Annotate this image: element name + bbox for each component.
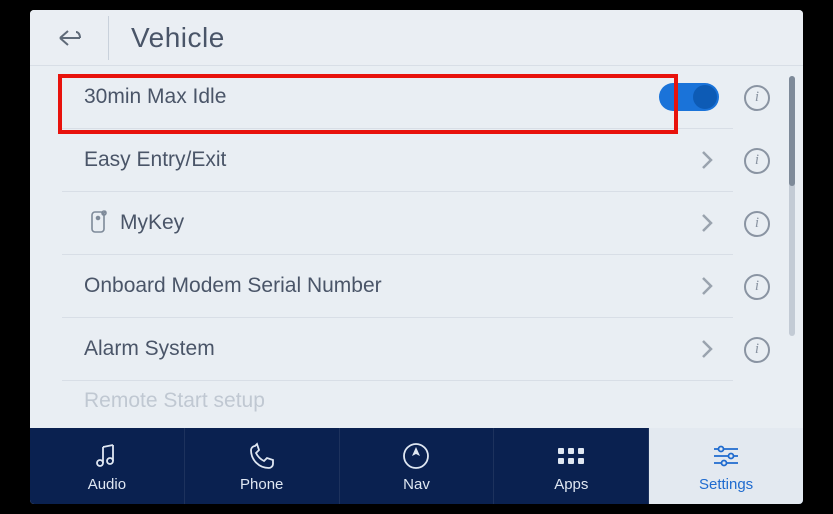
nav-label: Nav: [403, 476, 430, 493]
row-label: Alarm System: [84, 337, 695, 361]
info-icon-mykey[interactable]: i: [744, 211, 770, 237]
nav-apps[interactable]: Apps: [494, 428, 649, 504]
row-label: Remote Start setup: [84, 389, 719, 413]
nav-nav[interactable]: Nav: [340, 428, 495, 504]
apps-icon: [558, 440, 584, 472]
row-max-idle[interactable]: 30min Max Idle: [62, 66, 733, 129]
page-title: Vehicle: [108, 16, 225, 60]
info-icon-easy-entry[interactable]: i: [744, 148, 770, 174]
nav-label: Audio: [88, 476, 126, 493]
nav-label: Apps: [554, 476, 588, 493]
chevron-right-icon: [695, 213, 719, 233]
info-icon-modem[interactable]: i: [744, 274, 770, 300]
phone-icon: [247, 440, 277, 472]
nav-settings[interactable]: Settings: [649, 428, 803, 504]
nav-label: Phone: [240, 476, 283, 493]
chevron-right-icon: [695, 276, 719, 296]
nav-label: Settings: [699, 476, 753, 493]
nav-audio[interactable]: Audio: [30, 428, 185, 504]
bottom-nav: Audio Phone Nav Apps Settings: [30, 428, 803, 504]
back-button[interactable]: [48, 16, 92, 60]
scrollbar-track[interactable]: [789, 76, 795, 336]
chevron-right-icon: [695, 339, 719, 359]
info-icon-alarm[interactable]: i: [744, 337, 770, 363]
audio-icon: [92, 440, 122, 472]
row-label: MyKey: [120, 211, 695, 235]
row-remote-start[interactable]: Remote Start setup: [62, 381, 733, 421]
row-alarm-system[interactable]: Alarm System: [62, 318, 733, 381]
scrollbar-thumb[interactable]: [789, 76, 795, 186]
nav-icon: [401, 440, 431, 472]
vehicle-settings-screen: Vehicle 30min Max Idle Easy Entry/Exit M…: [30, 10, 803, 504]
settings-list-container: 30min Max Idle Easy Entry/Exit MyKey Onb…: [30, 66, 803, 428]
max-idle-toggle[interactable]: [659, 83, 719, 111]
row-label: Easy Entry/Exit: [84, 148, 695, 172]
info-column: i i i i i: [737, 66, 777, 428]
row-mykey[interactable]: MyKey: [62, 192, 733, 255]
row-label: 30min Max Idle: [84, 85, 659, 109]
mykey-icon: [84, 210, 112, 236]
back-arrow-icon: [56, 26, 84, 50]
header-bar: Vehicle: [30, 10, 803, 66]
nav-phone[interactable]: Phone: [185, 428, 340, 504]
row-easy-entry-exit[interactable]: Easy Entry/Exit: [62, 129, 733, 192]
row-modem-serial[interactable]: Onboard Modem Serial Number: [62, 255, 733, 318]
settings-icon: [711, 440, 741, 472]
chevron-right-icon: [695, 150, 719, 170]
settings-list: 30min Max Idle Easy Entry/Exit MyKey Onb…: [62, 66, 733, 428]
row-label: Onboard Modem Serial Number: [84, 274, 695, 298]
info-icon-max-idle[interactable]: i: [744, 85, 770, 111]
